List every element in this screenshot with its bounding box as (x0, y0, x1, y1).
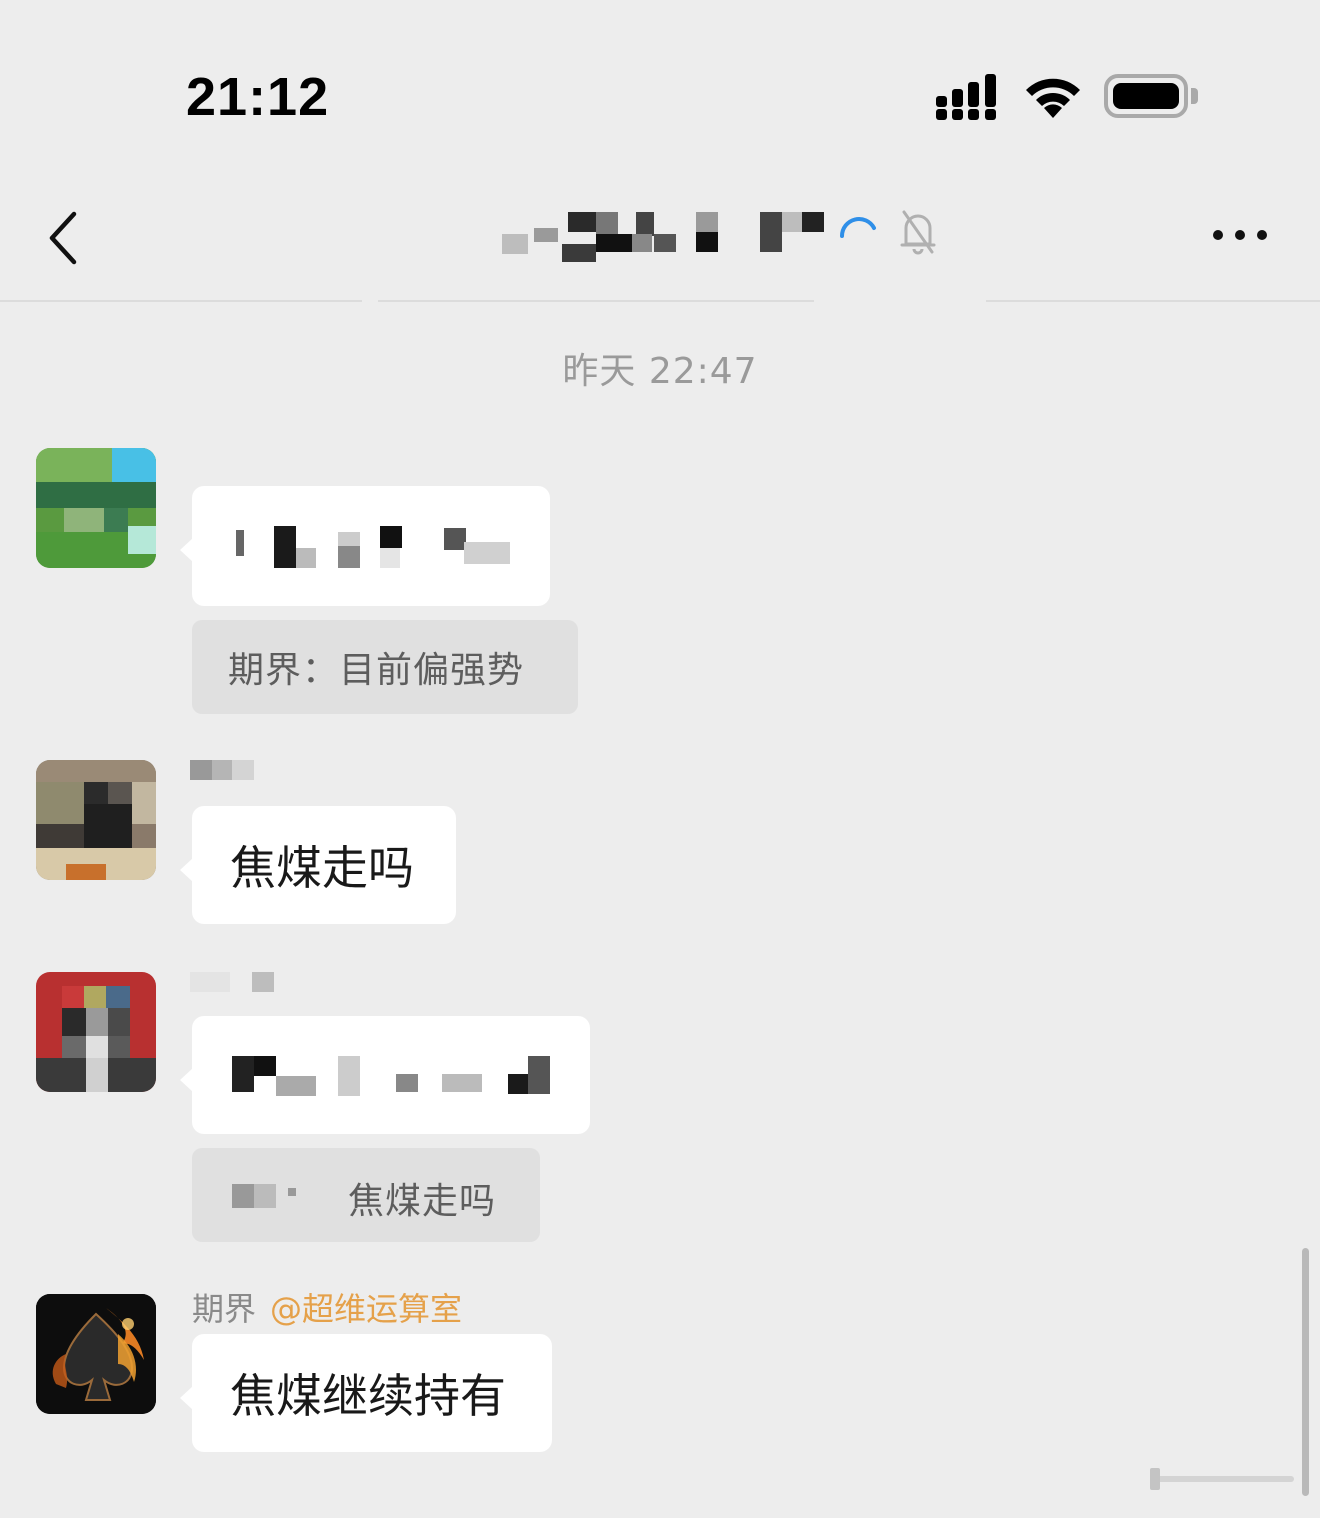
ace-of-spades-fire-image (36, 1294, 156, 1414)
message-bubble[interactable]: 焦煤继续持有 (180, 1334, 552, 1452)
avatar[interactable] (36, 972, 156, 1092)
message-timestamp: 昨天 22:47 (562, 351, 758, 392)
nav-divider (986, 300, 1320, 302)
message-bubble-pixelated[interactable] (180, 486, 550, 606)
status-time: 21:12 (186, 67, 330, 127)
back-button[interactable] (40, 208, 90, 268)
quoted-reply-text: 焦煤走吗 (348, 1181, 497, 1222)
avatar[interactable] (36, 760, 156, 880)
sender-name-text: 期界 (192, 1290, 257, 1328)
chat-nav-bar (0, 190, 1320, 302)
avatar[interactable] (36, 1294, 156, 1414)
message-bubble-pixelated[interactable] (180, 1016, 590, 1134)
sender-name-pixelated (190, 972, 276, 994)
nav-divider (378, 300, 814, 302)
scrollbar[interactable] (1302, 1248, 1309, 1496)
message-bubble[interactable]: 焦煤走吗 (180, 806, 456, 924)
quoted-reply[interactable]: 焦煤走吗 (192, 1148, 540, 1242)
sender-name: 期界 @超维运算室 (192, 1284, 462, 1330)
bell-muted-icon (900, 210, 936, 255)
more-options-button[interactable] (1208, 220, 1272, 250)
battery-level (1113, 83, 1179, 109)
wifi-icon (1026, 78, 1080, 118)
battery-cap (1191, 88, 1198, 104)
loading-spinner-icon (840, 217, 876, 238)
sender-name-pixelated (190, 760, 254, 782)
avatar[interactable] (36, 448, 156, 568)
battery-icon (1104, 74, 1188, 118)
chat-title-pixelated[interactable] (496, 210, 896, 266)
status-bar: 21:12 (0, 0, 1320, 190)
cellular-signal-icon (936, 74, 996, 120)
mention-link[interactable]: @超维运算室 (270, 1290, 462, 1328)
nav-divider (0, 300, 362, 302)
corner-watermark-icon (1150, 1468, 1294, 1490)
quoted-reply[interactable]: 期界：目前偏强势 (192, 620, 578, 714)
